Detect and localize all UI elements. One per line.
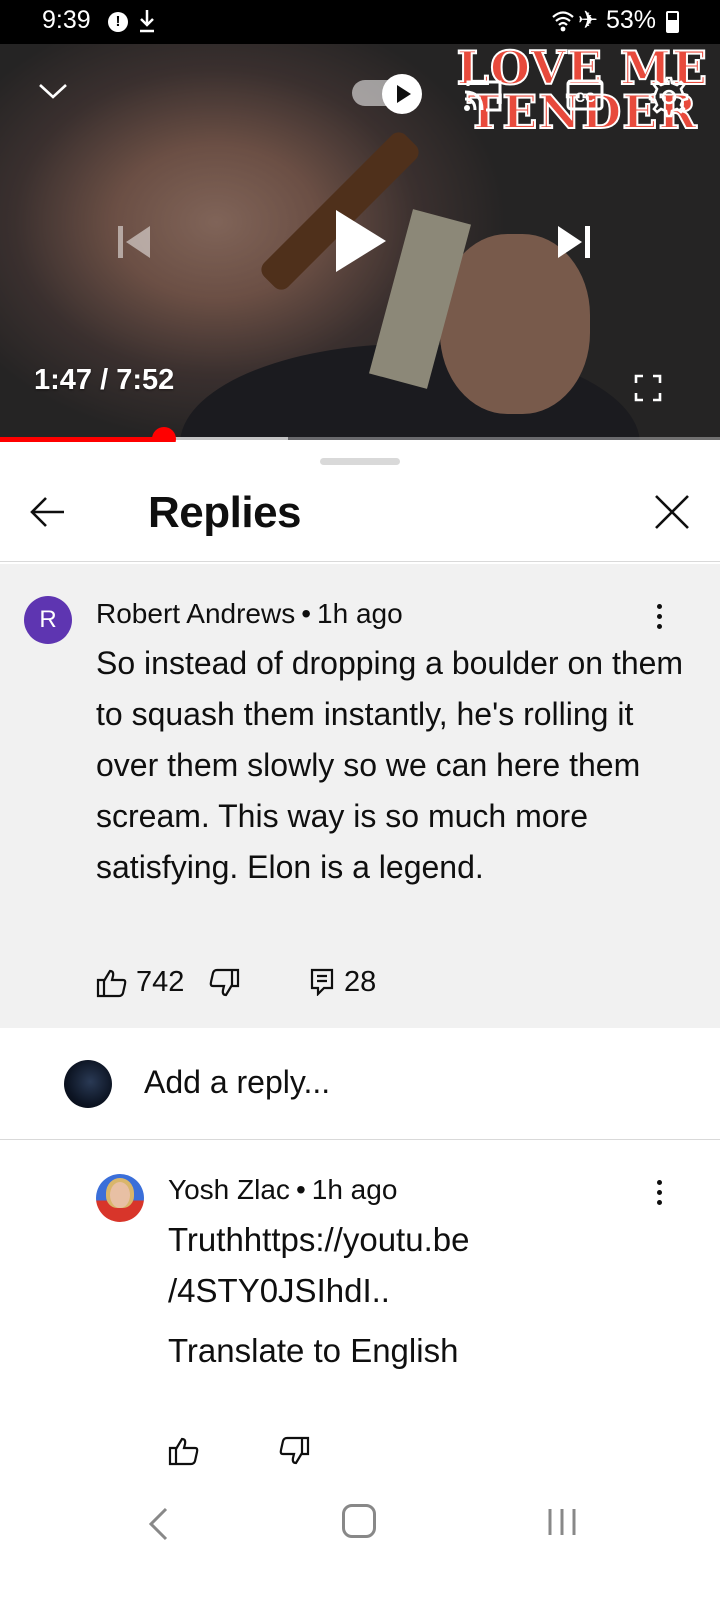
close-icon[interactable] — [652, 492, 692, 537]
comment-actions: 742 28 — [96, 966, 496, 1006]
thumb-down-icon[interactable] — [208, 968, 240, 1003]
parent-comment: R Robert Andrews • 1h ago So instead of dr… — [0, 564, 720, 1028]
comment-time: 1h ago — [317, 598, 403, 629]
cc-icon[interactable]: CC — [566, 78, 604, 117]
meta-separator: • — [295, 1174, 306, 1205]
chevron-down-icon[interactable] — [36, 80, 70, 107]
add-reply-input[interactable]: Add a reply... — [144, 1064, 330, 1101]
comment-meta: Robert Andrews • 1h ago — [96, 598, 403, 630]
airplane-icon: ✈ — [578, 7, 599, 34]
comment-icon[interactable] — [310, 968, 334, 1001]
alert-icon: ! — [108, 12, 128, 32]
svg-text:CC: CC — [575, 89, 595, 105]
cast-icon[interactable] — [462, 78, 504, 119]
comment-author[interactable]: Robert Andrews — [96, 598, 295, 629]
download-icon — [138, 8, 156, 39]
reply-text-line[interactable]: /4STY0JSIhdI.. — [168, 1265, 668, 1316]
system-nav-bar — [0, 1488, 720, 1600]
reply-author[interactable]: Yosh Zlac — [168, 1174, 290, 1205]
video-time: 1:47 / 7:52 — [34, 364, 175, 396]
avatar[interactable] — [96, 1174, 144, 1222]
play-icon[interactable] — [330, 206, 390, 281]
meta-separator: • — [301, 598, 312, 629]
nav-home-icon[interactable] — [342, 1504, 376, 1538]
avatar[interactable]: R — [24, 596, 72, 644]
like-count: 742 — [136, 966, 185, 998]
gear-icon[interactable] — [648, 76, 690, 123]
reply-text: Truthhttps://youtu.be /4STY0JSIhdI.. — [168, 1214, 668, 1316]
reply-item: Yosh Zlac • 1h ago Truthhttps://youtu.be /… — [0, 1140, 720, 1520]
user-avatar — [64, 1060, 112, 1108]
replies-sheet: Replies R Robert Andrews • 1h ago So inste… — [0, 442, 720, 1600]
fullscreen-icon[interactable] — [634, 374, 662, 407]
wifi-icon — [552, 9, 574, 38]
reply-time: 1h ago — [311, 1174, 398, 1205]
more-vert-icon[interactable] — [655, 604, 663, 634]
sheet-title: Replies — [148, 488, 302, 537]
thumb-down-icon[interactable] — [278, 1436, 310, 1471]
nav-recents-icon[interactable] — [546, 1506, 578, 1543]
more-vert-icon[interactable] — [655, 1180, 663, 1210]
thumb-up-icon[interactable] — [168, 1436, 200, 1471]
comment-text: So instead of dropping a boulder on them… — [96, 645, 684, 885]
skip-next-icon[interactable] — [554, 222, 594, 267]
autoplay-knob[interactable] — [382, 74, 422, 114]
status-time: 9:39 — [42, 6, 91, 34]
reply-text-line[interactable]: Truthhttps://youtu.be — [168, 1214, 668, 1265]
nav-back-icon[interactable] — [146, 1506, 170, 1547]
thumb-up-icon[interactable] — [96, 968, 128, 1003]
reply-meta: Yosh Zlac • 1h ago — [168, 1174, 397, 1206]
avatar-face — [110, 1182, 130, 1208]
arrow-back-icon[interactable] — [28, 494, 68, 535]
status-bar: 9:39 ! ✈ 53% — [0, 0, 720, 44]
sheet-header: Replies — [0, 470, 720, 562]
translate-link[interactable]: Translate to English — [168, 1332, 458, 1370]
sheet-drag-handle[interactable] — [320, 458, 400, 465]
reply-count: 28 — [344, 966, 377, 998]
add-reply-row[interactable]: Add a reply... — [0, 1028, 720, 1140]
battery-icon — [666, 11, 679, 33]
skip-previous-icon[interactable] — [114, 222, 154, 267]
battery-percent: 53% — [606, 6, 657, 34]
